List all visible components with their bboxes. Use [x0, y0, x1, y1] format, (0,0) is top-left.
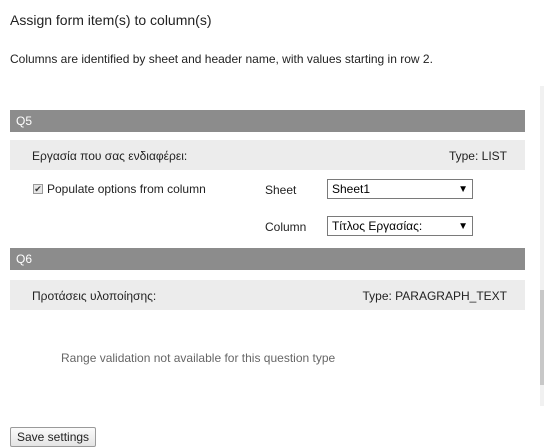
question-label: Εργασία που σας ενδιαφέρει: [32, 149, 188, 163]
question-row-q5: Εργασία που σας ενδιαφέρει: Type: LIST [10, 140, 525, 170]
question-row-q6: Προτάσεις υλοποίησης: Type: PARAGRAPH_TE… [10, 280, 525, 310]
question-label: Προτάσεις υλοποίησης: [32, 289, 157, 303]
page-title: Assign form item(s) to column(s) [10, 12, 212, 28]
question-header-q5: Q5 [10, 110, 525, 132]
checkmark-icon: ✔ [34, 183, 42, 194]
question-header-q6: Q6 [10, 248, 525, 270]
populate-label: Populate options from column [47, 182, 206, 196]
chevron-down-icon: ▼ [458, 183, 468, 195]
scrollbar-thumb[interactable] [540, 290, 544, 385]
save-settings-button[interactable]: Save settings [10, 427, 97, 447]
range-validation-note: Range validation not available for this … [61, 351, 336, 365]
sheet-select[interactable]: Sheet1 ▼ [327, 179, 473, 199]
column-select[interactable]: Τίτλος Εργασίας: ▼ [327, 216, 473, 236]
sheet-label: Sheet [265, 183, 297, 197]
question-type: Type: PARAGRAPH_TEXT [362, 289, 508, 303]
chevron-down-icon: ▼ [458, 220, 468, 232]
question-type: Type: LIST [448, 149, 507, 163]
populate-checkbox[interactable]: ✔ [33, 184, 43, 194]
page-description: Columns are identified by sheet and head… [10, 52, 433, 66]
sheet-select-value: Sheet1 [332, 182, 371, 196]
column-select-value: Τίτλος Εργασίας: [332, 219, 423, 233]
populate-options-toggle[interactable]: ✔ Populate options from column [33, 182, 206, 196]
column-label: Column [265, 220, 307, 234]
